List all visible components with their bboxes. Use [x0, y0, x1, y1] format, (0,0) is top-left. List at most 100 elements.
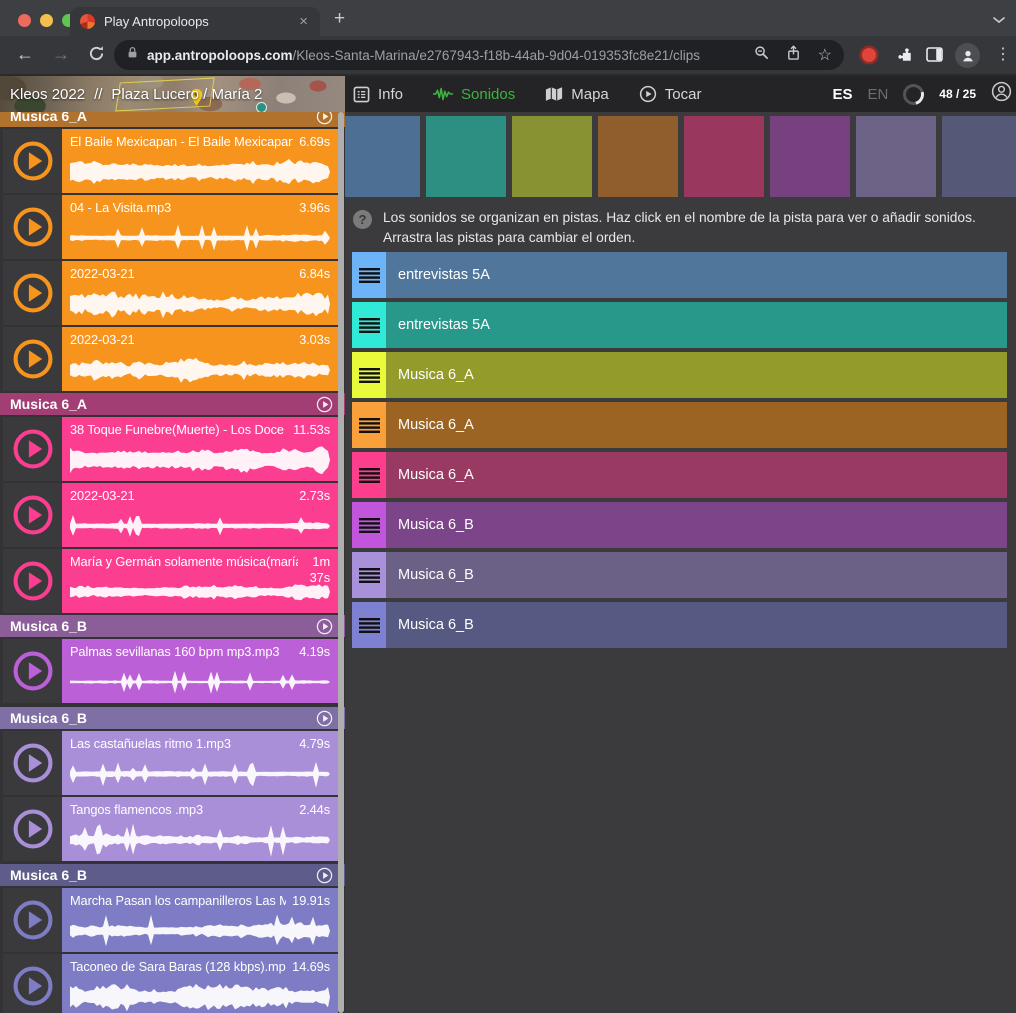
clip-waveform-card[interactable]: Taconeo de Sara Baras (128 kbps).mp314.6…: [62, 954, 338, 1013]
track-name-bar[interactable]: Musica 6_A: [386, 452, 1007, 498]
audio-clip: 04 - La Visita.mp33.96s: [0, 195, 345, 259]
track-drag-handle[interactable]: [352, 452, 386, 498]
clip-play-button[interactable]: [3, 954, 62, 1013]
browser-tab[interactable]: Play Antropoloops ×: [70, 7, 320, 36]
tab-close-icon[interactable]: ×: [297, 14, 310, 29]
clip-play-button[interactable]: [3, 129, 62, 193]
track-color-swatch[interactable]: [512, 116, 592, 197]
track-color-swatch[interactable]: [942, 116, 1016, 197]
tab-info[interactable]: Info: [353, 86, 403, 103]
side-panel-icon[interactable]: [926, 47, 943, 67]
clip-waveform-card[interactable]: 2022-03-212.73s: [62, 483, 338, 547]
track-drag-handle[interactable]: [352, 602, 386, 648]
tab-search-chevron-icon[interactable]: [992, 12, 1006, 30]
clip-waveform-card[interactable]: 2022-03-216.84s: [62, 261, 338, 325]
zoom-icon[interactable]: [754, 45, 769, 65]
track-section-header[interactable]: Musica 6_A: [0, 393, 345, 415]
track-name-bar[interactable]: Musica 6_A: [386, 352, 1007, 398]
track-section-header[interactable]: Musica 6_A: [0, 112, 345, 127]
track-row[interactable]: entrevistas 5A: [352, 302, 1007, 348]
clip-play-button[interactable]: [3, 797, 62, 861]
track-color-swatch[interactable]: [598, 116, 678, 197]
back-button[interactable]: ←: [16, 44, 34, 65]
lang-es-button[interactable]: ES: [832, 86, 852, 103]
tab-sonidos[interactable]: Sonidos: [433, 86, 515, 103]
lock-icon[interactable]: [126, 45, 139, 65]
track-color-swatch[interactable]: [426, 116, 506, 197]
profile-avatar[interactable]: [955, 43, 980, 68]
new-tab-button[interactable]: +: [334, 8, 345, 30]
track-drag-handle[interactable]: [352, 502, 386, 548]
record-indicator-icon[interactable]: [862, 48, 876, 62]
track-section-header[interactable]: Musica 6_B: [0, 707, 345, 729]
clip-waveform-card[interactable]: María y Germán solamente música(maría 2.…: [62, 549, 338, 613]
clip-play-button[interactable]: [3, 549, 62, 613]
section-play-icon[interactable]: [316, 710, 333, 727]
share-icon[interactable]: [786, 45, 801, 66]
section-play-icon[interactable]: [316, 618, 333, 635]
breadcrumb-scene[interactable]: Plaza Lucero / María 2: [111, 86, 262, 103]
track-drag-handle[interactable]: [352, 352, 386, 398]
bookmark-star-icon[interactable]: ☆: [818, 45, 832, 65]
tab-tocar[interactable]: Tocar: [639, 85, 702, 103]
track-drag-handle[interactable]: [352, 402, 386, 448]
tab-mapa[interactable]: Mapa: [545, 86, 609, 103]
clip-play-button[interactable]: [3, 483, 62, 547]
section-play-icon[interactable]: [316, 396, 333, 413]
forward-button[interactable]: →: [52, 44, 70, 65]
clip-waveform-card[interactable]: Palmas sevillanas 160 bpm mp3.mp34.19s: [62, 639, 338, 703]
track-name-bar[interactable]: Musica 6_B: [386, 502, 1007, 548]
track-color-swatch[interactable]: [684, 116, 764, 197]
track-row[interactable]: Musica 6_B: [352, 502, 1007, 548]
clip-waveform-card[interactable]: El Baile Mexicapan - El Baile Mexicapan.…: [62, 129, 338, 193]
track-drag-handle[interactable]: [352, 302, 386, 348]
section-play-icon[interactable]: [316, 112, 333, 125]
track-section-header[interactable]: Musica 6_B: [0, 615, 345, 637]
track-drag-handle[interactable]: [352, 252, 386, 298]
breadcrumb-project[interactable]: Kleos 2022: [10, 86, 85, 103]
extensions-puzzle-icon[interactable]: [895, 45, 913, 68]
clips-panel-scrollbar[interactable]: [338, 112, 344, 1013]
track-row[interactable]: Musica 6_A: [352, 352, 1007, 398]
track-name-bar[interactable]: Musica 6_B: [386, 602, 1007, 648]
track-row[interactable]: Musica 6_A: [352, 452, 1007, 498]
clip-play-button[interactable]: [3, 417, 62, 481]
clip-waveform-card[interactable]: 2022-03-213.03s: [62, 327, 338, 391]
clip-waveform-card[interactable]: Las castañuelas ritmo 1.mp34.79s: [62, 731, 338, 795]
clip-waveform-card[interactable]: 04 - La Visita.mp33.96s: [62, 195, 338, 259]
track-name-bar[interactable]: Musica 6_A: [386, 402, 1007, 448]
clip-waveform-card[interactable]: Tangos flamencos .mp32.44s: [62, 797, 338, 861]
clip-play-button[interactable]: [3, 639, 62, 703]
track-row[interactable]: Musica 6_A: [352, 402, 1007, 448]
section-play-icon[interactable]: [316, 867, 333, 884]
macos-minimize-button[interactable]: [40, 14, 53, 27]
track-section-header[interactable]: Musica 6_B: [0, 864, 345, 886]
track-name-bar[interactable]: Musica 6_B: [386, 552, 1007, 598]
map-thumbnail[interactable]: Kleos 2022 // Plaza Lucero / María 2: [0, 76, 345, 112]
track-row[interactable]: entrevistas 5A: [352, 252, 1007, 298]
track-row[interactable]: Musica 6_B: [352, 602, 1007, 648]
audio-clip: Las castañuelas ritmo 1.mp34.79s: [0, 731, 345, 795]
clip-play-button[interactable]: [3, 731, 62, 795]
account-icon[interactable]: [991, 81, 1012, 107]
help-question-icon[interactable]: ?: [353, 210, 372, 229]
track-name-bar[interactable]: entrevistas 5A: [386, 302, 1007, 348]
track-name-bar[interactable]: entrevistas 5A: [386, 252, 1007, 298]
reload-button[interactable]: [88, 45, 105, 67]
address-bar[interactable]: app.antropoloops.com/Kleos-Santa-Marina/…: [114, 40, 844, 70]
macos-close-button[interactable]: [18, 14, 31, 27]
clip-waveform-card[interactable]: 38 Toque Funebre(Muerte) - Los Doce Par.…: [62, 417, 338, 481]
clip-waveform-card[interactable]: Marcha Pasan los campanilleros Las Mejor…: [62, 888, 338, 952]
clip-play-button[interactable]: [3, 261, 62, 325]
clip-play-button[interactable]: [3, 888, 62, 952]
clip-play-button[interactable]: [3, 327, 62, 391]
track-drag-handle[interactable]: [352, 552, 386, 598]
track-row[interactable]: Musica 6_B: [352, 552, 1007, 598]
browser-menu-icon[interactable]: ⋮: [995, 44, 1011, 64]
track-color-swatch[interactable]: [770, 116, 850, 197]
track-color-swatch[interactable]: [345, 116, 420, 197]
url-text[interactable]: app.antropoloops.com/Kleos-Santa-Marina/…: [147, 48, 746, 63]
clip-play-button[interactable]: [3, 195, 62, 259]
lang-en-button[interactable]: EN: [867, 86, 888, 103]
track-color-swatch[interactable]: [856, 116, 936, 197]
